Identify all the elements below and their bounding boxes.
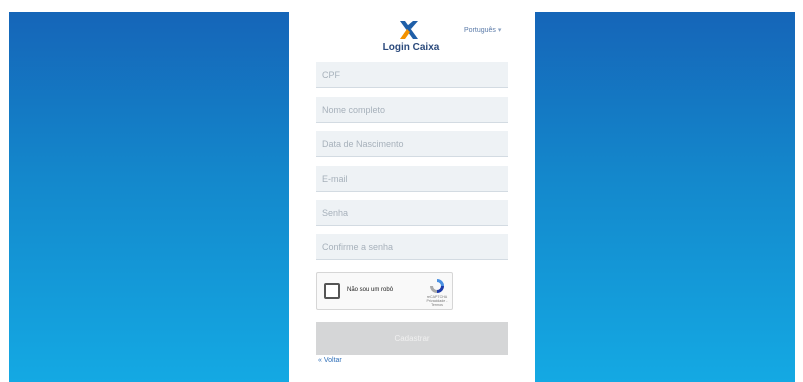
email-field[interactable] bbox=[316, 166, 508, 192]
back-link[interactable]: « Voltar bbox=[318, 357, 342, 364]
language-selector[interactable]: Português ▾ bbox=[464, 26, 501, 34]
birth-date-field[interactable] bbox=[316, 131, 508, 157]
confirm-password-input[interactable] bbox=[316, 234, 508, 259]
submit-button[interactable]: Cadastrar bbox=[316, 322, 508, 355]
full-name-input[interactable] bbox=[316, 97, 508, 122]
recaptcha-links[interactable]: Privacidade - Termos bbox=[421, 299, 453, 307]
brand-title: Login Caixa bbox=[382, 42, 440, 53]
recaptcha-label: Não sou um robô bbox=[347, 287, 394, 293]
birth-date-input[interactable] bbox=[316, 131, 508, 156]
password-input[interactable] bbox=[316, 200, 508, 225]
chevron-down-icon: ▾ bbox=[497, 27, 502, 34]
full-name-field[interactable] bbox=[316, 97, 508, 123]
caixa-logo-icon bbox=[400, 21, 418, 39]
language-label: Português bbox=[464, 27, 496, 34]
confirm-password-field[interactable] bbox=[316, 234, 508, 260]
cpf-field[interactable] bbox=[316, 62, 508, 88]
password-field[interactable] bbox=[316, 200, 508, 226]
recaptcha-checkbox[interactable] bbox=[324, 283, 340, 299]
recaptcha-logo-icon bbox=[430, 279, 444, 293]
email-input[interactable] bbox=[316, 166, 508, 191]
cpf-input[interactable] bbox=[316, 62, 508, 87]
recaptcha-text: reCAPTCHA Privacidade - Termos bbox=[421, 295, 453, 307]
recaptcha-widget: Não sou um robô reCAPTCHA Privacidade - … bbox=[316, 272, 453, 310]
